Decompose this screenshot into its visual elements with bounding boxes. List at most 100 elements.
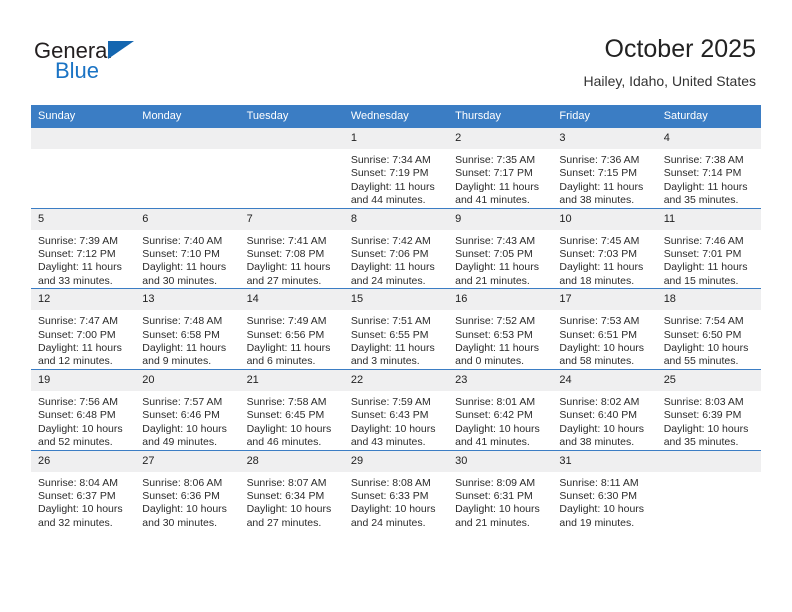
- calendar-day-cell[interactable]: 8 Sunrise: 7:42 AM Sunset: 7:06 PM Daylight…: [343, 207, 449, 289]
- calendar-day-cell[interactable]: 2 Sunrise: 7:35 AM Sunset: 7:17 PM Daylight…: [448, 127, 553, 209]
- daylight-text-line2: and 6 minutes.: [246, 355, 316, 368]
- day-details: Sunrise: 7:43 AM Sunset: 7:05 PM Daylight:…: [448, 230, 552, 289]
- day-details: Sunrise: 7:34 AM Sunset: 7:19 PM Daylight:…: [344, 149, 448, 208]
- day-details: Sunrise: 7:35 AM Sunset: 7:17 PM Daylight:…: [448, 149, 552, 208]
- calendar-day-cell[interactable]: 23 Sunrise: 8:01 AM Sunset: 6:42 PM Dayligh…: [448, 368, 553, 450]
- day-number: [656, 450, 761, 472]
- calendar-day-cell[interactable]: 26 Sunrise: 8:04 AM Sunset: 6:37 PM Dayligh…: [31, 449, 136, 531]
- calendar-day-cell[interactable]: 18 Sunrise: 7:54 AM Sunset: 6:50 PM Dayligh…: [656, 288, 761, 370]
- calendar-day-cell[interactable]: 1 Sunrise: 7:34 AM Sunset: 7:19 PM Daylight…: [343, 127, 449, 209]
- calendar-day-cell[interactable]: 20 Sunrise: 7:57 AM Sunset: 6:46 PM Dayligh…: [135, 368, 240, 450]
- sunset-text: Sunset: 6:31 PM: [455, 489, 533, 502]
- day-number: 28: [239, 450, 344, 472]
- daylight-text-line1: Daylight: 11 hours: [350, 342, 435, 355]
- daylight-text-line1: Daylight: 10 hours: [559, 422, 645, 435]
- calendar-day-cell[interactable]: 28 Sunrise: 8:07 AM Sunset: 6:34 PM Dayligh…: [239, 449, 344, 531]
- sunrise-text: Sunrise: 8:01 AM: [455, 395, 536, 408]
- calendar-day-cell[interactable]: 3 Sunrise: 7:36 AM Sunset: 7:15 PM Daylight…: [552, 127, 657, 209]
- calendar-day-cell[interactable]: 12 Sunrise: 7:47 AM Sunset: 7:00 PM Dayligh…: [31, 288, 136, 370]
- sunrise-text: Sunrise: 7:48 AM: [142, 315, 223, 328]
- sunrise-text: Sunrise: 7:57 AM: [142, 395, 223, 408]
- daylight-text-line2: and 46 minutes.: [246, 436, 322, 449]
- daylight-text-line2: and 41 minutes.: [455, 194, 530, 207]
- general-blue-logo[interactable]: General Blue: [34, 38, 274, 88]
- calendar-day-cell[interactable]: 17 Sunrise: 7:53 AM Sunset: 6:51 PM Dayligh…: [552, 288, 657, 370]
- day-number: 7: [239, 208, 344, 230]
- daylight-text-line2: and 27 minutes.: [246, 274, 322, 287]
- calendar-day-cell[interactable]: 24 Sunrise: 8:02 AM Sunset: 6:40 PM Dayligh…: [552, 368, 657, 450]
- day-number: 14: [239, 289, 344, 311]
- daylight-text-line1: Daylight: 10 hours: [246, 422, 332, 435]
- day-details: Sunrise: 7:57 AM Sunset: 6:46 PM Daylight:…: [135, 391, 239, 450]
- daylight-text-line1: Daylight: 11 hours: [455, 180, 539, 193]
- day-number: 9: [448, 208, 553, 230]
- calendar-day-cell[interactable]: 22 Sunrise: 7:59 AM Sunset: 6:43 PM Dayligh…: [343, 368, 449, 450]
- calendar-day-cell[interactable]: 19 Sunrise: 7:56 AM Sunset: 6:48 PM Dayligh…: [31, 368, 136, 450]
- daylight-text-line1: Daylight: 11 hours: [663, 261, 748, 274]
- daylight-text-line1: Daylight: 10 hours: [559, 342, 645, 355]
- sunrise-text: Sunrise: 8:07 AM: [246, 476, 327, 489]
- daylight-text-line2: and 43 minutes.: [350, 436, 426, 449]
- calendar-day-cell[interactable]: 9 Sunrise: 7:43 AM Sunset: 7:05 PM Daylight…: [448, 207, 553, 289]
- calendar-day-cell[interactable]: 14 Sunrise: 7:49 AM Sunset: 6:56 PM Dayligh…: [239, 288, 344, 370]
- daylight-text-line1: Daylight: 10 hours: [142, 503, 227, 516]
- sunrise-text: Sunrise: 7:39 AM: [38, 234, 118, 247]
- calendar-day-cell[interactable]: 5 Sunrise: 7:39 AM Sunset: 7:12 PM Daylight…: [31, 207, 136, 289]
- sunrise-text: Sunrise: 7:47 AM: [38, 315, 118, 328]
- calendar-day-cell[interactable]: 4 Sunrise: 7:38 AM Sunset: 7:14 PM Daylight…: [656, 127, 761, 209]
- day-number: 18: [656, 289, 761, 311]
- sunset-text: Sunset: 6:56 PM: [246, 328, 325, 341]
- day-details: Sunrise: 7:36 AM Sunset: 7:15 PM Daylight:…: [552, 149, 656, 208]
- day-number: 13: [135, 289, 240, 311]
- day-details: Sunrise: 7:53 AM Sunset: 6:51 PM Daylight:…: [552, 310, 656, 369]
- calendar-day-cell[interactable]: 16 Sunrise: 7:52 AM Sunset: 6:53 PM Dayligh…: [448, 288, 553, 370]
- daylight-text-line1: Daylight: 11 hours: [246, 342, 331, 355]
- day-details: Sunrise: 7:56 AM Sunset: 6:48 PM Daylight:…: [31, 391, 135, 450]
- calendar-day-cell[interactable]: 30 Sunrise: 8:09 AM Sunset: 6:31 PM Dayligh…: [448, 449, 553, 531]
- calendar-page: General Blue October 2025 Hailey, Idaho,…: [0, 0, 792, 612]
- calendar-day-cell[interactable]: 13 Sunrise: 7:48 AM Sunset: 6:58 PM Dayligh…: [135, 288, 240, 370]
- day-details: Sunrise: 7:39 AM Sunset: 7:12 PM Daylight:…: [31, 230, 135, 289]
- logo-triangle-icon: [108, 41, 134, 59]
- day-details: Sunrise: 7:54 AM Sunset: 6:50 PM Daylight:…: [657, 310, 761, 369]
- sunrise-text: Sunrise: 7:35 AM: [455, 154, 536, 166]
- daylight-text-line1: Daylight: 10 hours: [38, 422, 123, 435]
- calendar-day-cell[interactable]: 15 Sunrise: 7:51 AM Sunset: 6:55 PM Dayligh…: [343, 288, 449, 370]
- calendar-day-cell[interactable]: 7 Sunrise: 7:41 AM Sunset: 7:08 PM Daylight…: [239, 207, 344, 289]
- day-number: 6: [135, 208, 240, 230]
- daylight-text-line1: Daylight: 11 hours: [38, 261, 122, 274]
- calendar-cell-empty: [656, 449, 761, 531]
- calendar-day-cell[interactable]: 29 Sunrise: 8:08 AM Sunset: 6:33 PM Dayligh…: [343, 449, 449, 531]
- day-number: 10: [552, 208, 657, 230]
- sunset-text: Sunset: 7:10 PM: [142, 248, 220, 261]
- sunrise-text: Sunrise: 7:58 AM: [246, 395, 327, 408]
- sunset-text: Sunset: 6:58 PM: [142, 328, 220, 341]
- calendar-week-row: 5 Sunrise: 7:39 AM Sunset: 7:12 PM Daylight…: [31, 207, 761, 289]
- calendar-day-cell[interactable]: 6 Sunrise: 7:40 AM Sunset: 7:10 PM Daylight…: [135, 207, 240, 289]
- sunset-text: Sunset: 7:06 PM: [350, 248, 429, 261]
- sunset-text: Sunset: 6:53 PM: [455, 328, 533, 341]
- sunset-text: Sunset: 6:34 PM: [246, 489, 325, 502]
- daylight-text-line1: Daylight: 11 hours: [350, 180, 435, 193]
- calendar-day-cell[interactable]: 31 Sunrise: 8:11 AM Sunset: 6:30 PM Dayligh…: [552, 449, 657, 531]
- weekday-header-saturday: Saturday: [656, 105, 761, 128]
- day-details: Sunrise: 8:04 AM Sunset: 6:37 PM Daylight:…: [31, 472, 135, 531]
- sunrise-text: Sunrise: 7:51 AM: [350, 315, 431, 328]
- sunrise-sunset-calendar: Sunday Monday Tuesday Wednesday Thursday…: [31, 105, 761, 531]
- calendar-cell-empty: [135, 127, 240, 209]
- day-number: 12: [31, 289, 136, 311]
- day-number: 27: [135, 450, 240, 472]
- sunrise-text: Sunrise: 8:04 AM: [38, 476, 118, 489]
- daylight-text-line2: and 12 minutes.: [38, 355, 113, 368]
- calendar-day-cell[interactable]: 11 Sunrise: 7:46 AM Sunset: 7:01 PM Dayligh…: [656, 207, 761, 289]
- sunset-text: Sunset: 7:14 PM: [663, 167, 742, 180]
- calendar-day-cell[interactable]: 21 Sunrise: 7:58 AM Sunset: 6:45 PM Dayligh…: [239, 368, 344, 450]
- calendar-day-cell[interactable]: 25 Sunrise: 8:03 AM Sunset: 6:39 PM Dayligh…: [656, 368, 761, 450]
- day-details: Sunrise: 8:02 AM Sunset: 6:40 PM Daylight:…: [552, 391, 656, 450]
- daylight-text-line1: Daylight: 11 hours: [559, 261, 644, 274]
- day-details: Sunrise: 8:11 AM Sunset: 6:30 PM Daylight:…: [552, 472, 656, 531]
- sunrise-text: Sunrise: 7:53 AM: [559, 315, 640, 328]
- sunset-text: Sunset: 6:50 PM: [663, 328, 742, 341]
- calendar-day-cell[interactable]: 27 Sunrise: 8:06 AM Sunset: 6:36 PM Dayligh…: [135, 449, 240, 531]
- calendar-day-cell[interactable]: 10 Sunrise: 7:45 AM Sunset: 7:03 PM Dayligh…: [552, 207, 657, 289]
